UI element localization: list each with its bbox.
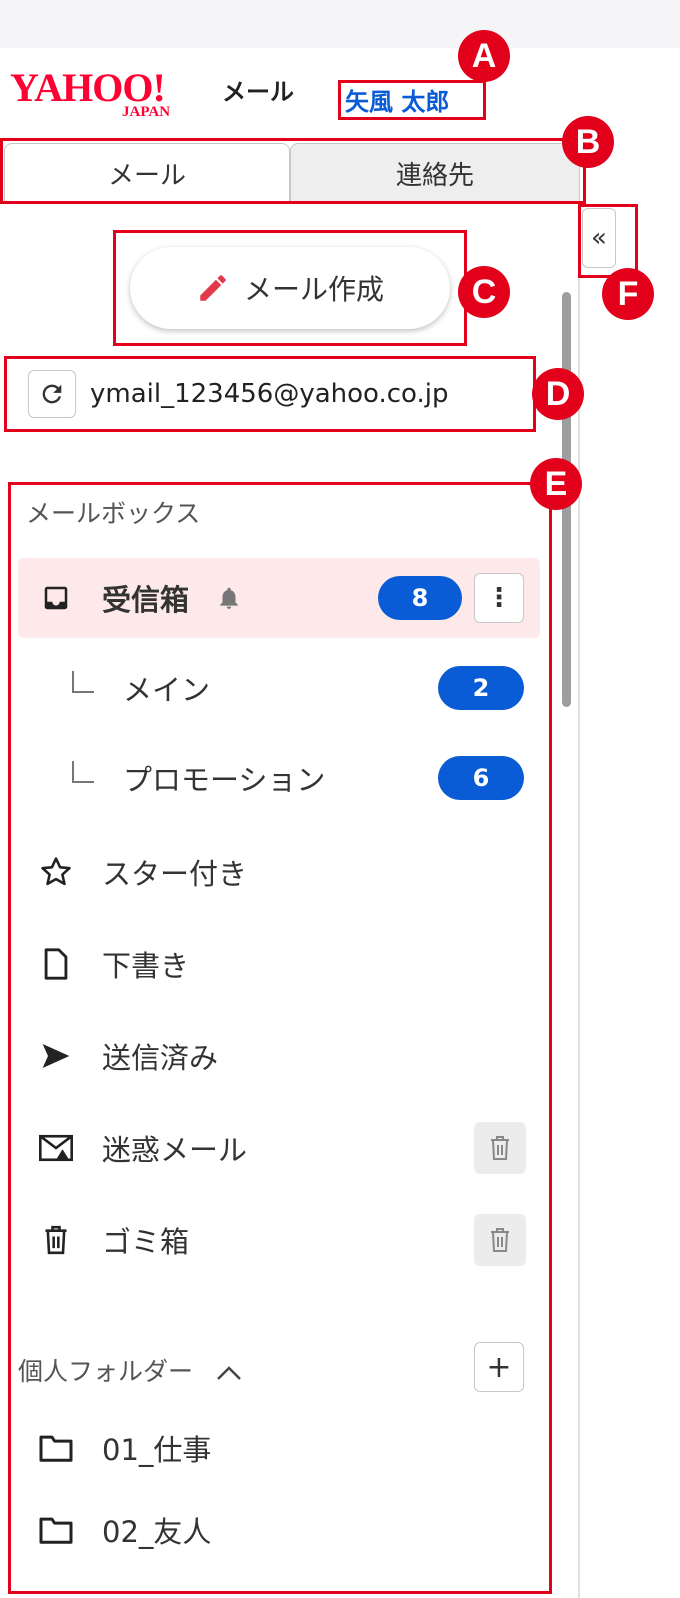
promotion-label: プロモーション bbox=[123, 763, 326, 797]
sidebar-item-folder-work[interactable]: 01_仕事 bbox=[18, 1408, 540, 1488]
compose-button[interactable]: メール作成 bbox=[130, 247, 450, 329]
refresh-icon bbox=[42, 384, 62, 404]
sub-folder-mark bbox=[72, 671, 94, 693]
star-icon bbox=[36, 852, 76, 892]
sidebar-item-main[interactable]: メイン 2 bbox=[18, 648, 540, 728]
send-icon bbox=[36, 1036, 76, 1076]
annotation-marker-e: E bbox=[530, 458, 582, 510]
add-folder-button[interactable]: + bbox=[474, 1342, 524, 1392]
sidebar-item-starred[interactable]: スター付き bbox=[18, 832, 540, 912]
more-vertical-icon: ⋮ bbox=[486, 583, 512, 613]
sidebar-item-inbox[interactable]: 受信箱 8 ⋮ bbox=[18, 558, 540, 638]
logo-sub-text: JAPAN bbox=[122, 104, 171, 120]
inbox-unread-badge: 8 bbox=[378, 576, 462, 620]
tab-bar: メール 連絡先 bbox=[0, 143, 583, 203]
trash-icon bbox=[36, 1220, 76, 1260]
refresh-button[interactable] bbox=[28, 370, 76, 418]
folder-friends-label: 02_友人 bbox=[102, 1515, 212, 1549]
sub-folder-mark bbox=[72, 761, 94, 783]
trash-label: ゴミ箱 bbox=[102, 1225, 190, 1259]
personal-folders-text: 個人フォルダー bbox=[18, 1357, 194, 1386]
annotation-marker-c: C bbox=[458, 266, 510, 318]
tab-mail[interactable]: メール bbox=[4, 143, 290, 203]
spam-icon bbox=[36, 1128, 76, 1168]
compose-label: メール作成 bbox=[243, 273, 384, 306]
sidebar-item-sent[interactable]: 送信済み bbox=[18, 1016, 540, 1096]
sidebar-item-trash[interactable]: ゴミ箱 bbox=[18, 1200, 540, 1280]
sent-label: 送信済み bbox=[102, 1041, 219, 1075]
main-unread-badge: 2 bbox=[438, 666, 524, 710]
sidebar-item-promotion[interactable]: プロモーション 6 bbox=[18, 738, 540, 818]
sidebar-item-drafts[interactable]: 下書き bbox=[18, 924, 540, 1004]
mailbox-section-label: メールボックス bbox=[26, 499, 201, 528]
pencil-icon bbox=[200, 275, 226, 301]
annotation-marker-a: A bbox=[458, 30, 510, 82]
chevron-up-icon bbox=[217, 1366, 241, 1380]
browser-top-strip bbox=[0, 0, 680, 48]
folder-icon bbox=[36, 1510, 76, 1550]
draft-icon bbox=[36, 944, 76, 984]
main-label: メイン bbox=[123, 673, 211, 707]
inbox-label: 受信箱 bbox=[102, 583, 190, 617]
personal-folders-label[interactable]: 個人フォルダー bbox=[18, 1352, 243, 1388]
empty-spam-button[interactable] bbox=[474, 1122, 526, 1174]
plus-icon: + bbox=[486, 1349, 512, 1385]
yahoo-japan-logo[interactable]: YAHOO! JAPAN bbox=[10, 64, 215, 124]
annotation-marker-b: B bbox=[562, 116, 614, 168]
double-chevron-left-icon: « bbox=[591, 223, 607, 253]
tab-contacts[interactable]: 連絡先 bbox=[290, 143, 580, 203]
sidebar-item-folder-friends[interactable]: 02_友人 bbox=[18, 1490, 540, 1570]
folder-icon bbox=[36, 1428, 76, 1468]
sidebar-divider bbox=[578, 203, 580, 1598]
app-name: メール bbox=[222, 78, 294, 106]
account-email[interactable]: ymail_123456@yahoo.co.jp bbox=[90, 379, 449, 409]
collapse-sidebar-button[interactable]: « bbox=[582, 208, 616, 268]
spam-label: 迷惑メール bbox=[102, 1133, 248, 1167]
bell-icon bbox=[220, 587, 238, 609]
sidebar-item-spam[interactable]: 迷惑メール bbox=[18, 1108, 540, 1188]
annotation-marker-f: F bbox=[602, 268, 654, 320]
user-name[interactable]: 矢風 太郎 bbox=[345, 82, 449, 117]
trash-icon bbox=[491, 1228, 509, 1252]
inbox-menu-button[interactable]: ⋮ bbox=[474, 573, 524, 623]
annotation-marker-d: D bbox=[532, 368, 584, 420]
account-row: ymail_123456@yahoo.co.jp bbox=[28, 370, 449, 418]
trash-icon bbox=[491, 1136, 509, 1160]
starred-label: スター付き bbox=[102, 857, 248, 891]
inbox-icon bbox=[36, 578, 76, 618]
drafts-label: 下書き bbox=[102, 949, 190, 983]
empty-trash-button[interactable] bbox=[474, 1214, 526, 1266]
promotion-unread-badge: 6 bbox=[438, 756, 524, 800]
folder-work-label: 01_仕事 bbox=[102, 1433, 212, 1467]
